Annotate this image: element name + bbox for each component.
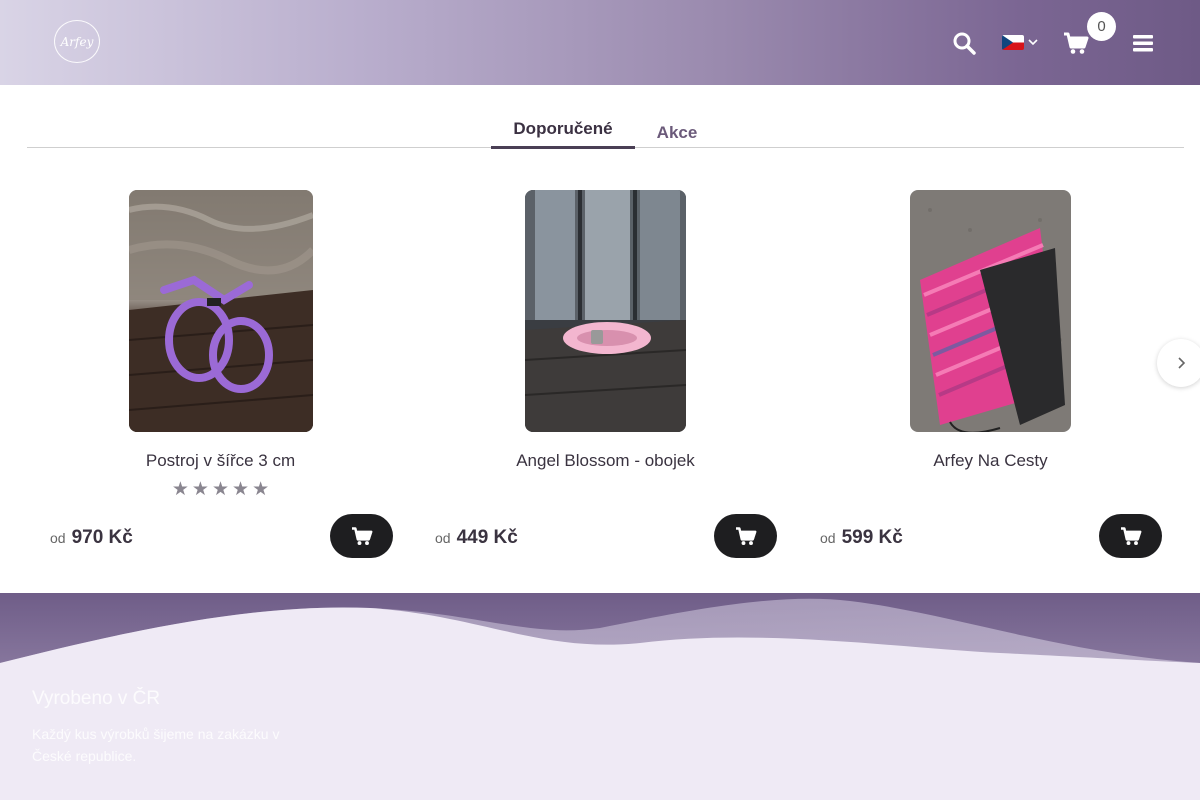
cart-icon xyxy=(1120,527,1141,545)
product-image-travel-mat[interactable] xyxy=(910,190,1071,432)
add-to-cart-button[interactable] xyxy=(1099,514,1162,558)
tab-doporucene[interactable]: Doporučené xyxy=(491,119,635,149)
cart-icon xyxy=(735,527,756,545)
chevron-right-icon xyxy=(1178,357,1186,369)
price-prefix: od xyxy=(50,530,66,546)
product-name[interactable]: Postroj v šířce 3 cm xyxy=(28,451,413,471)
chevron-down-icon[interactable] xyxy=(1027,35,1039,49)
logo[interactable]: Arfey xyxy=(54,20,100,63)
price-amount: 599 Kč xyxy=(841,527,903,548)
add-to-cart-button[interactable] xyxy=(714,514,777,558)
product-name[interactable]: Arfey Na Cesty xyxy=(798,451,1183,471)
product-rating: ★ ★ ★ ★ ★ xyxy=(28,480,413,500)
footer-text: Každý kus výrobků šijeme na zakázku v Če… xyxy=(32,726,280,764)
product-card[interactable]: Angel Blossom - obojek od 449 Kč xyxy=(413,190,798,570)
price-prefix: od xyxy=(820,530,836,546)
add-to-cart-button[interactable] xyxy=(330,514,393,558)
site-footer: Vyrobeno v ČR Každý kus výrobků šijeme n… xyxy=(0,593,1200,800)
product-name[interactable]: Angel Blossom - obojek xyxy=(413,451,798,471)
product-image-harness[interactable] xyxy=(129,190,313,432)
star-icon: ★ xyxy=(211,479,230,500)
product-price: od 599 Kč xyxy=(820,527,903,549)
footer-wave xyxy=(0,598,1200,800)
cart-icon[interactable] xyxy=(1063,30,1089,56)
tab-akce[interactable]: Akce xyxy=(643,123,711,147)
price-amount: 449 Kč xyxy=(456,527,518,548)
price-prefix: od xyxy=(435,530,451,546)
star-icon: ★ xyxy=(252,479,270,500)
carousel-next-button[interactable] xyxy=(1157,339,1200,387)
star-icon: ★ xyxy=(191,479,209,500)
product-card[interactable]: Postroj v šířce 3 cm ★ ★ ★ ★ ★ od 970 Kč xyxy=(28,190,413,570)
site-header: Arfey 0 xyxy=(0,0,1200,85)
price-amount: 970 Kč xyxy=(71,527,133,548)
product-card[interactable]: Arfey Na Cesty od 599 Kč xyxy=(798,190,1183,570)
footer-title: Vyrobeno v ČR xyxy=(32,688,161,709)
product-image-collar[interactable] xyxy=(525,190,686,432)
product-price: od 449 Kč xyxy=(435,527,518,549)
logo-text: Arfey xyxy=(60,34,94,49)
cart-icon xyxy=(351,527,372,545)
product-price: od 970 Kč xyxy=(50,527,133,549)
star-icon: ★ xyxy=(171,479,189,500)
czech-flag-icon[interactable] xyxy=(1002,35,1024,50)
search-icon[interactable] xyxy=(951,30,977,56)
star-icon: ★ xyxy=(232,479,250,500)
cart-count-badge: 0 xyxy=(1087,12,1116,41)
hamburger-menu-icon[interactable] xyxy=(1131,31,1155,55)
